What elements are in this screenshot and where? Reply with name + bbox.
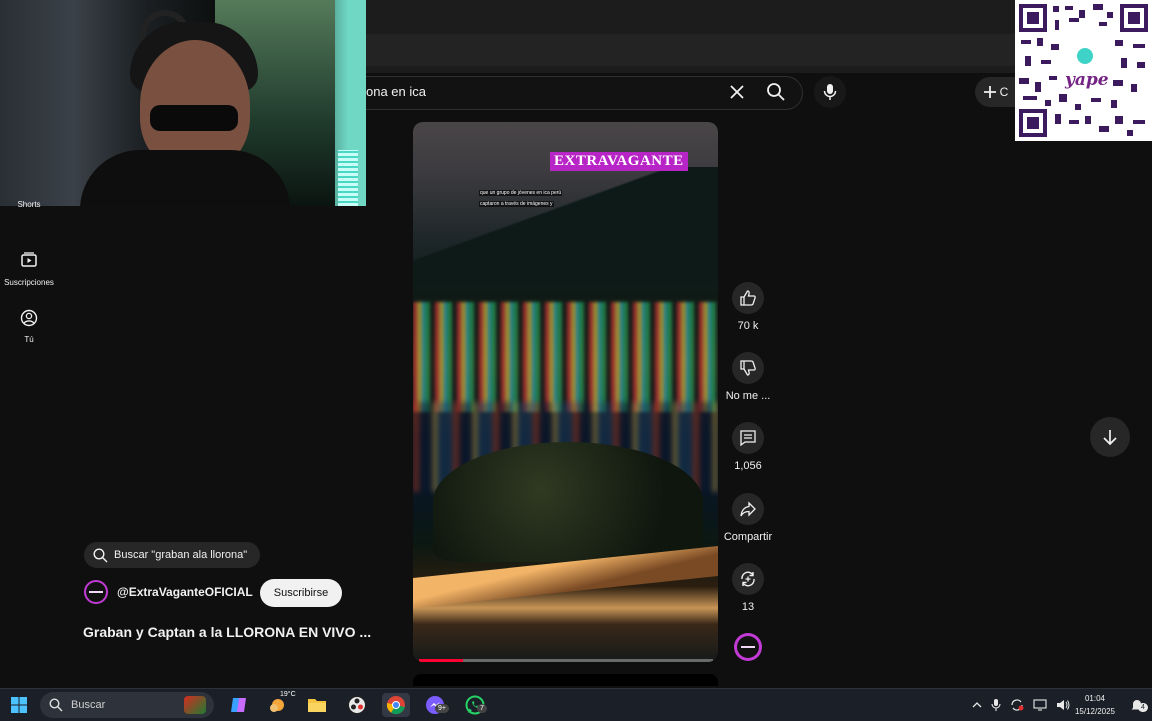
subscribe-button[interactable]: Suscribirse [260, 579, 342, 607]
subscriptions-icon [21, 252, 37, 267]
yape-qr-code: yape [1015, 0, 1152, 141]
windows-taskbar: Buscar 19°C 9+ 7 01:04 15/12/2025 4 [0, 688, 1152, 721]
chevron-up-icon[interactable] [972, 700, 982, 710]
share-icon [740, 501, 756, 517]
comment-count: 1,056 [734, 460, 762, 472]
video-caption-line: que un grupo de jóvenes en ica perú [479, 190, 563, 196]
system-tray [972, 689, 1070, 721]
video-hillside [413, 167, 718, 287]
taskbar-app-messenger[interactable]: 9+ [421, 693, 449, 717]
streamer-shirt [80, 150, 290, 206]
notifications-button[interactable]: 4 [1126, 693, 1148, 717]
video-trees [433, 442, 703, 562]
channel-name[interactable]: @ExtraVaganteOFICIAL [117, 585, 253, 599]
start-button[interactable] [5, 693, 33, 717]
search-button[interactable] [760, 78, 792, 106]
search-icon [93, 547, 108, 562]
video-title[interactable]: Graban y Captan a la LLORONA EN VIVO ... [83, 624, 371, 640]
like-button[interactable]: 70 k [722, 282, 774, 332]
channel-avatar-icon [737, 636, 759, 658]
taskbar-app-copilot[interactable] [225, 693, 253, 717]
remix-icon [741, 571, 755, 587]
close-icon [730, 85, 744, 99]
thumbs-up-icon [740, 290, 756, 306]
microphone-icon [823, 84, 837, 100]
video-progress-fill [419, 659, 464, 662]
clock-time: 01:04 [1084, 694, 1106, 703]
taskbar-file-explorer[interactable] [303, 693, 331, 717]
notification-count: 4 [1138, 703, 1148, 712]
taskbar-app-chrome[interactable] [382, 693, 410, 717]
chrome-icon [386, 696, 405, 715]
clock-date: 15/12/2025 [1074, 707, 1116, 716]
windows-logo-icon [11, 697, 27, 713]
comments-button[interactable]: 1,056 [722, 422, 774, 472]
taskbar-clock[interactable]: 01:04 15/12/2025 [1066, 692, 1124, 718]
taskbar-search-placeholder: Buscar [71, 699, 106, 711]
plus-icon [983, 86, 996, 98]
search-highlight-icon [184, 696, 206, 714]
sidebar-item-you[interactable]: Tú [0, 309, 58, 344]
search-input[interactable]: ona en ica [366, 84, 426, 99]
search-icon [49, 698, 63, 712]
next-short-preview[interactable] [413, 674, 718, 686]
network-icon[interactable] [1033, 699, 1047, 711]
sidebar-item-label: Suscripciones [4, 278, 54, 287]
video-caption-line: captaron a través de imágenes y [479, 201, 554, 207]
remix-count: 13 [741, 601, 755, 613]
like-count: 70 k [737, 320, 759, 332]
related-search-text: Buscar "graban ala llorona" [114, 549, 248, 561]
search-icon [767, 83, 785, 101]
channel-row: @ExtraVaganteOFICIAL [84, 580, 253, 604]
sidebar-item-label: Shorts [17, 200, 41, 209]
taskbar-weather[interactable]: 19°C [263, 691, 296, 717]
obs-icon [348, 696, 366, 714]
share-button[interactable]: Compartir [722, 493, 774, 543]
taskbar-app-obs[interactable] [343, 693, 371, 717]
led-light [338, 150, 358, 206]
related-search-chip[interactable]: Buscar "graban ala llorona" [84, 542, 260, 568]
sidebar-item-shorts[interactable]: Shorts [0, 200, 58, 209]
comment-icon [740, 430, 756, 447]
messenger-badge: 9+ [435, 704, 449, 713]
sidebar-item-subscriptions[interactable]: Suscripciones [0, 250, 58, 287]
short-video-player[interactable]: EXTRAVAGANTE que un grupo de jóvenes en … [413, 122, 718, 662]
folder-icon [308, 699, 326, 712]
sidebar-item-label: Tú [24, 335, 34, 344]
video-progress-bar[interactable] [419, 659, 713, 662]
yape-logo: yape [1065, 70, 1109, 90]
dislike-label: No me ... [725, 390, 771, 402]
sync-icon[interactable] [1010, 698, 1024, 712]
taskbar-search[interactable]: Buscar [40, 692, 214, 718]
channel-avatar-button[interactable] [734, 633, 762, 661]
weather-temp: 19°C [280, 691, 296, 698]
video-city-lights [413, 302, 718, 412]
you-icon [20, 309, 38, 327]
avatar[interactable] [84, 580, 108, 604]
video-brand-overlay: EXTRAVAGANTE [550, 152, 688, 171]
dislike-button[interactable]: No me ... [722, 352, 774, 402]
sunglasses-shape [150, 105, 238, 131]
remix-button[interactable]: 13 [722, 563, 774, 613]
create-button[interactable]: C [975, 77, 1015, 107]
webcam-overlay [0, 0, 366, 206]
whatsapp-badge: 7 [477, 704, 487, 713]
arrow-down-icon [1103, 430, 1117, 446]
clear-search-button[interactable] [724, 80, 750, 104]
share-label: Compartir [723, 531, 773, 543]
create-label: C [999, 85, 1009, 99]
microphone-icon[interactable] [991, 698, 1001, 712]
next-short-button[interactable] [1090, 417, 1130, 457]
voice-search-button[interactable] [814, 76, 846, 108]
taskbar-app-whatsapp[interactable]: 7 [461, 693, 489, 717]
copilot-icon [231, 698, 246, 712]
thumbs-down-icon [740, 360, 756, 376]
